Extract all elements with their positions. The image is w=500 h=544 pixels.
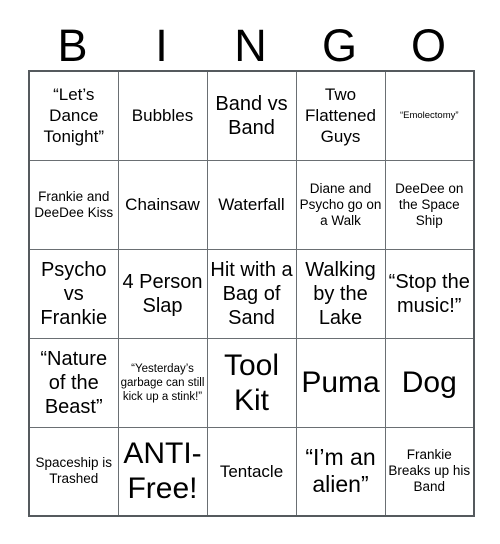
bingo-cell-o4[interactable]: Dog	[384, 337, 475, 428]
bingo-cell-label: Band vs Band	[215, 92, 288, 139]
bingo-cell-label: Diane and Psycho go on a Walk	[299, 180, 382, 228]
bingo-cell-g1[interactable]: Two Flattened Guys	[295, 70, 386, 161]
bingo-cell-label: “Nature of the Beast”	[40, 347, 108, 418]
header-letter-b: B	[57, 20, 88, 71]
bingo-row: Spaceship is Trashed ANTI-Free! Tentacle…	[28, 426, 475, 517]
bingo-cell-label: Walking by the Lake	[305, 258, 376, 329]
bingo-cell-n1[interactable]: Band vs Band	[206, 70, 297, 161]
bingo-row: “Let’s Dance Tonight” Bubbles Band vs Ba…	[28, 70, 475, 161]
bingo-cell-o3[interactable]: “Stop the music!”	[384, 248, 475, 339]
bingo-cell-n4[interactable]: Tool Kit	[206, 337, 297, 428]
bingo-cell-label: Puma	[301, 366, 380, 399]
bingo-cell-o2[interactable]: DeeDee on the Space Ship	[384, 159, 475, 250]
bingo-row: Psycho vs Frankie 4 Person Slap Hit with…	[28, 248, 475, 339]
bingo-cell-b1[interactable]: “Let’s Dance Tonight”	[28, 70, 119, 161]
bingo-cell-g5[interactable]: “I’m an alien”	[295, 426, 386, 517]
bingo-grid-body: “Let’s Dance Tonight” Bubbles Band vs Ba…	[28, 70, 475, 517]
bingo-cell-label: Hit with a Bag of Sand	[210, 258, 293, 329]
bingo-cell-label: “Stop the music!”	[388, 270, 470, 317]
bingo-cell-n3[interactable]: Hit with a Bag of Sand	[206, 248, 297, 339]
bingo-cell-label: 4 Person Slap	[122, 270, 203, 317]
bingo-cell-label: “I’m an alien”	[305, 444, 376, 498]
bingo-cell-label: Tentacle	[219, 461, 284, 481]
bingo-cell-g2[interactable]: Diane and Psycho go on a Walk	[295, 159, 386, 250]
bingo-cell-label: “Let’s Dance Tonight”	[43, 85, 104, 147]
bingo-cell-i5[interactable]: ANTI-Free!	[117, 426, 208, 517]
bingo-cell-label: DeeDee on the Space Ship	[395, 180, 464, 228]
bingo-cell-label: Dog	[401, 366, 457, 399]
bingo-row: Frankie and DeeDee Kiss Chainsaw Waterfa…	[28, 159, 475, 250]
bingo-cell-o5[interactable]: Frankie Breaks up his Band	[384, 426, 475, 517]
bingo-cell-label: Spaceship is Trashed	[35, 455, 113, 487]
bingo-cell-label: “Emolectomy”	[399, 109, 459, 121]
bingo-cell-b2[interactable]: Frankie and DeeDee Kiss	[28, 159, 119, 250]
bingo-cell-label: Bubbles	[131, 106, 194, 126]
bingo-grid: “Let’s Dance Tonight” Bubbles Band vs Ba…	[28, 70, 475, 517]
bingo-cell-i4[interactable]: “Yesterday’s garbage can still kick up a…	[117, 337, 208, 428]
bingo-cell-label: Two Flattened Guys	[305, 85, 376, 147]
bingo-cell-o1[interactable]: “Emolectomy”	[384, 70, 475, 161]
header-letter-i: I	[155, 20, 168, 71]
bingo-cell-label: Waterfall	[218, 195, 285, 214]
bingo-cell-label: “Yesterday’s garbage can still kick up a…	[120, 362, 205, 403]
bingo-cell-b4[interactable]: “Nature of the Beast”	[28, 337, 119, 428]
bingo-cell-label: Chainsaw	[125, 195, 200, 214]
bingo-cell-label: Frankie Breaks up his Band	[388, 447, 471, 495]
bingo-cell-label: Frankie and DeeDee Kiss	[34, 188, 114, 220]
header-letter-g: G	[321, 20, 357, 71]
header-letter-n: N	[234, 20, 267, 71]
bingo-cell-label: Psycho vs Frankie	[40, 258, 108, 329]
bingo-cell-label: ANTI-Free!	[123, 437, 202, 506]
bingo-cell-i2[interactable]: Chainsaw	[117, 159, 208, 250]
bingo-cell-b5[interactable]: Spaceship is Trashed	[28, 426, 119, 517]
bingo-header: B I N G O	[28, 12, 473, 70]
bingo-cell-i3[interactable]: 4 Person Slap	[117, 248, 208, 339]
bingo-cell-g4[interactable]: Puma	[295, 337, 386, 428]
bingo-cell-i1[interactable]: Bubbles	[117, 70, 208, 161]
bingo-cell-n2[interactable]: Waterfall	[206, 159, 297, 250]
bingo-cell-g3[interactable]: Walking by the Lake	[295, 248, 386, 339]
bingo-row: “Nature of the Beast” “Yesterday’s garba…	[28, 337, 475, 428]
header-letter-o: O	[410, 20, 446, 71]
bingo-cell-n5[interactable]: Tentacle	[206, 426, 297, 517]
bingo-cell-b3[interactable]: Psycho vs Frankie	[28, 248, 119, 339]
bingo-card: B I N G O “Let’s Dance Tonight” Bubbles …	[0, 0, 500, 544]
bingo-cell-label: Tool Kit	[223, 348, 280, 417]
